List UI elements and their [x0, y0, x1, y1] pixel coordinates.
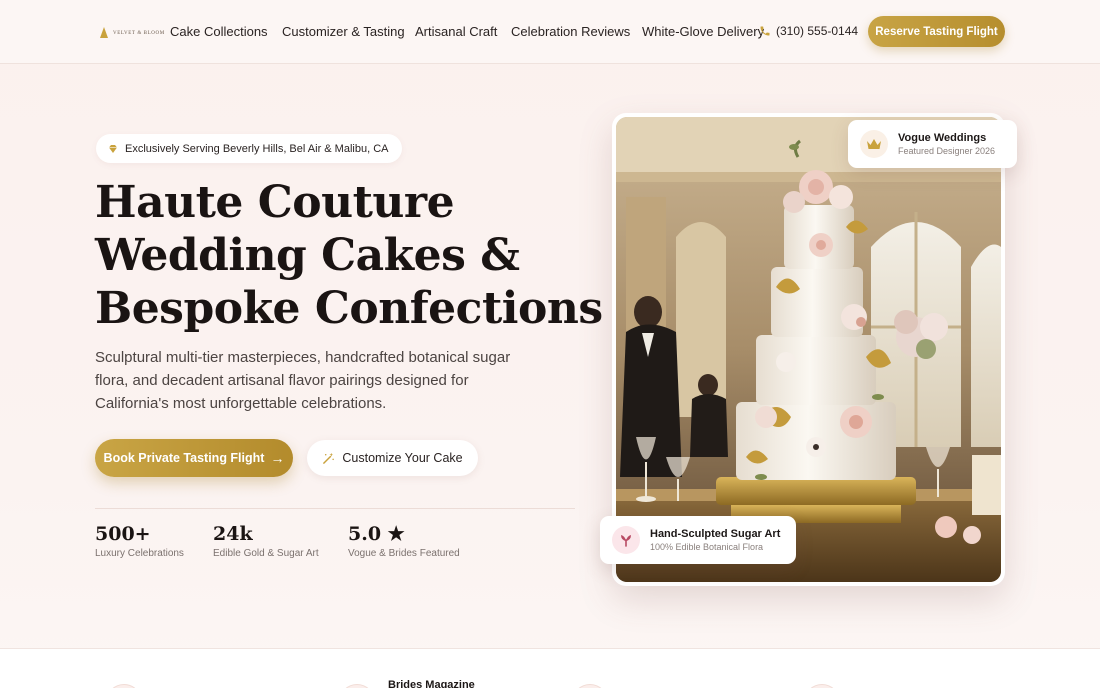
phone-number: (310) 555-0144	[776, 24, 859, 38]
badge-title: Hand-Sculpted Sugar Art	[650, 528, 781, 540]
press-logo-icon	[106, 684, 142, 688]
location-pill-text: Exclusively Serving Beverly Hills, Bel A…	[125, 142, 389, 155]
cake-illustration	[616, 117, 1001, 582]
press-logo-icon	[572, 684, 608, 688]
top-nav: VELVET & BLOOM Cake Collections Customiz…	[0, 0, 1100, 64]
vogue-weddings-badge: Vogue Weddings Featured Designer 2026	[848, 120, 1017, 168]
stat-label: Luxury Celebrations	[95, 548, 184, 559]
nav-link-white-glove-delivery[interactable]: White-Glove Delivery	[642, 24, 764, 39]
phone-link[interactable]: (310) 555-0144	[759, 24, 858, 38]
book-tasting-button[interactable]: Book Private Tasting Flight →	[95, 439, 293, 477]
magic-wand-icon	[323, 452, 335, 464]
wedding-cake-photo	[616, 117, 1001, 582]
stat-value: 5.0 ★	[348, 523, 405, 545]
badge-subtitle: Featured Designer 2026	[898, 146, 996, 156]
brand-logo[interactable]: VELVET & BLOOM	[99, 26, 165, 40]
stat-value: 500+	[95, 523, 151, 545]
phone-icon	[760, 26, 770, 36]
arrow-right-icon: →	[270, 450, 285, 466]
reserve-tasting-button[interactable]: Reserve Tasting Flight	[868, 16, 1005, 47]
stat-rating: 5.0 ★ Vogue & Brides Featured	[348, 523, 460, 559]
stats-divider	[95, 508, 575, 509]
sugar-art-badge: Hand-Sculpted Sugar Art 100% Edible Bota…	[600, 516, 796, 564]
badge-subtitle: 100% Edible Botanical Flora	[650, 542, 764, 552]
crown-icon	[860, 130, 888, 158]
headline-line-1: Haute Couture	[95, 177, 455, 228]
logo-mark-icon	[99, 26, 110, 40]
headline-line-3: Bespoke Confections	[95, 283, 603, 334]
press-strip: Brides Magazine	[0, 648, 1100, 688]
stat-label: Edible Gold & Sugar Art	[213, 548, 319, 559]
press-logo-icon	[339, 684, 375, 688]
flower-sprout-icon	[612, 526, 640, 554]
stat-celebrations: 500+ Luxury Celebrations	[95, 523, 184, 559]
press-logo-icon	[804, 684, 840, 688]
stat-edible-gold: 24k Edible Gold & Sugar Art	[213, 523, 319, 559]
headline-line-2: Wedding Cakes &	[95, 230, 520, 281]
location-pill: Exclusively Serving Beverly Hills, Bel A…	[96, 134, 402, 163]
nav-link-customizer-tasting[interactable]: Customizer & Tasting	[282, 24, 405, 39]
hero-headline: Haute Couture Wedding Cakes & Bespoke Co…	[95, 176, 603, 335]
stat-label: Vogue & Brides Featured	[348, 548, 460, 559]
book-tasting-label: Book Private Tasting Flight	[103, 451, 265, 465]
nav-link-celebration-reviews[interactable]: Celebration Reviews	[511, 24, 630, 39]
press-name: Brides Magazine	[388, 679, 475, 688]
customize-cake-button[interactable]: Customize Your Cake	[307, 440, 478, 476]
diamond-icon	[109, 144, 117, 153]
brand-name: VELVET & BLOOM	[113, 30, 165, 36]
hero-subtext: Sculptural multi-tier masterpieces, hand…	[95, 349, 511, 412]
badge-title: Vogue Weddings	[898, 132, 987, 144]
customize-cake-label: Customize Your Cake	[342, 451, 463, 465]
nav-link-cake-collections[interactable]: Cake Collections	[170, 24, 268, 39]
nav-link-artisanal-craft[interactable]: Artisanal Craft	[415, 24, 497, 39]
stat-value: 24k	[213, 523, 253, 545]
